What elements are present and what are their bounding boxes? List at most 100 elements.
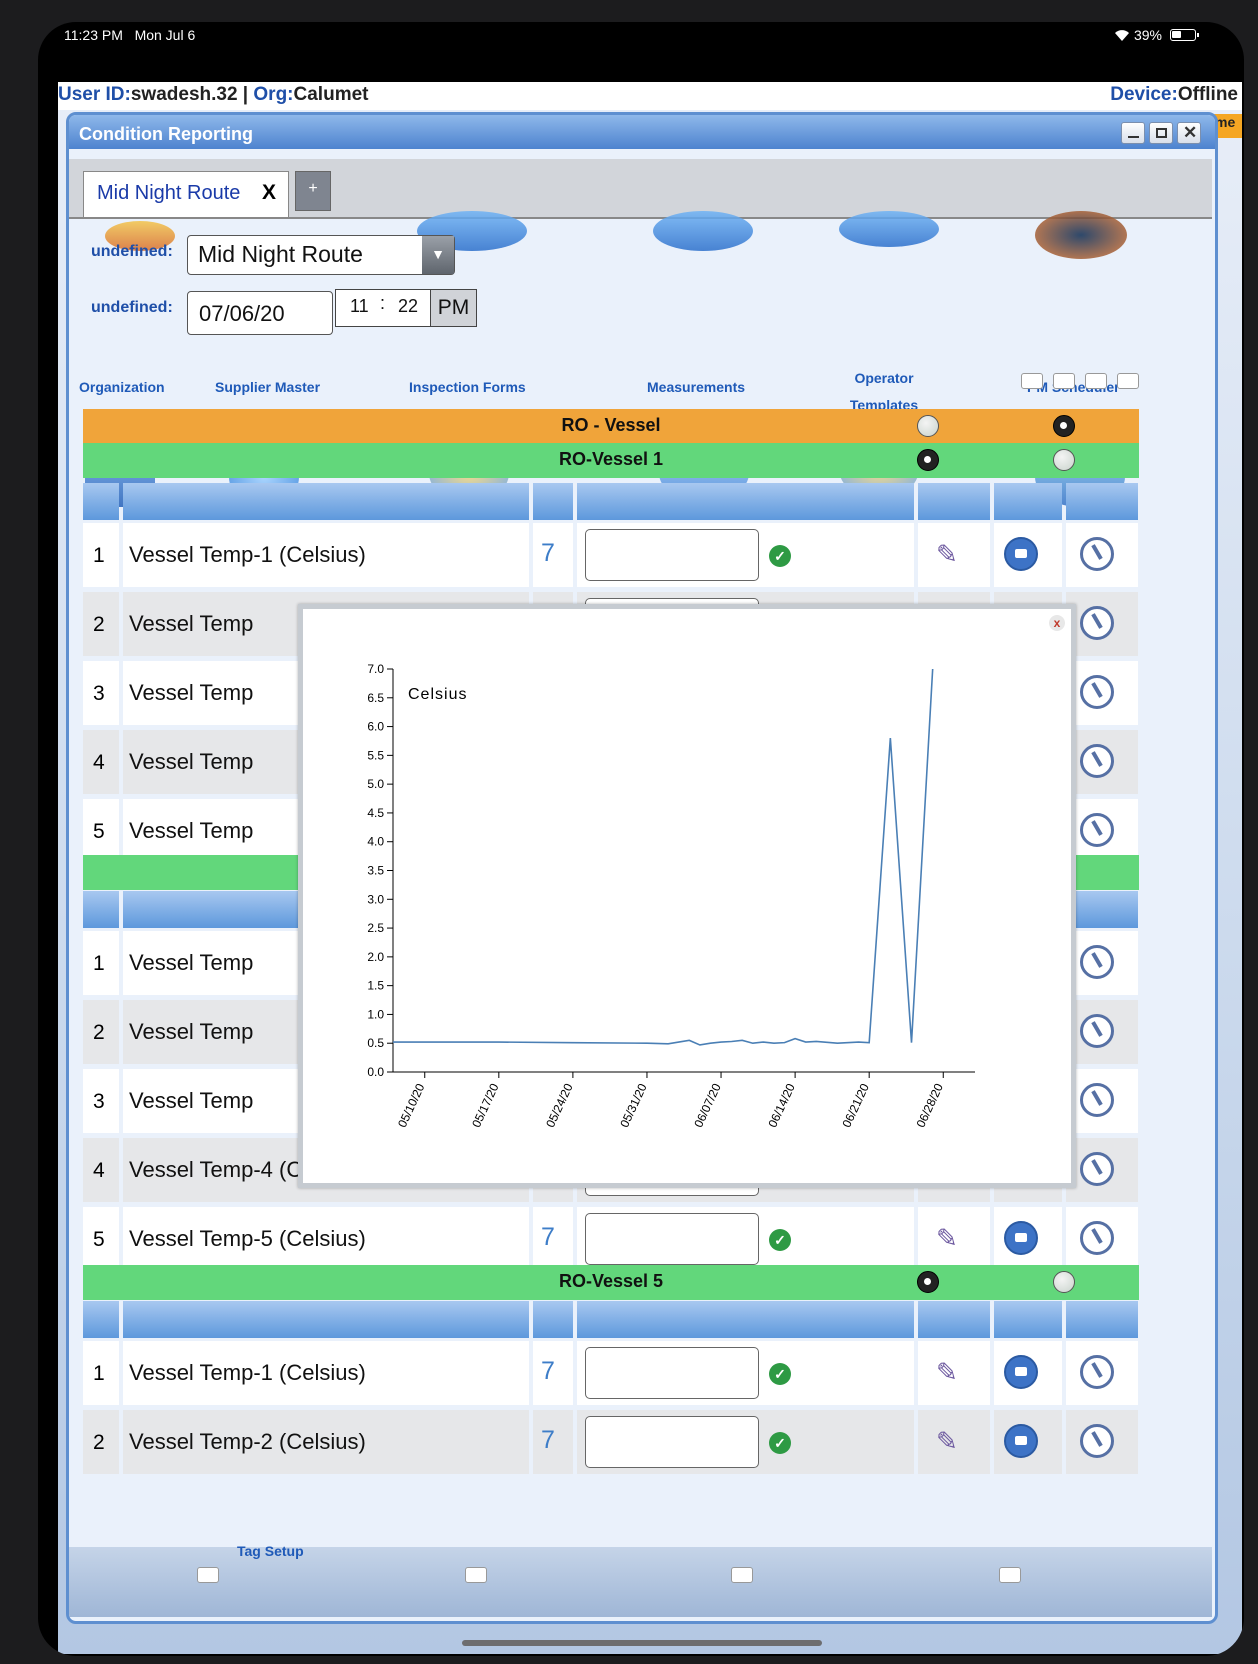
date-input[interactable]: 07/06/20 xyxy=(187,291,333,335)
reading-input[interactable] xyxy=(585,529,759,581)
camera-icon[interactable] xyxy=(1004,537,1038,571)
row-number: 1 xyxy=(83,1341,119,1405)
time-picker[interactable]: 11 : 22 PM xyxy=(335,289,477,327)
x-tick-label: 06/28/20 xyxy=(914,1081,947,1130)
trend-gauge-icon[interactable] xyxy=(1080,1152,1114,1186)
home-indicator[interactable] xyxy=(462,1640,822,1646)
trend-cell xyxy=(1066,931,1138,995)
edit-icon[interactable]: ✎ xyxy=(936,1223,958,1254)
y-tick-label: 6.0 xyxy=(367,720,384,734)
page-dot-1[interactable] xyxy=(1021,373,1043,389)
close-icon[interactable]: x xyxy=(1049,615,1065,631)
page-dot-4[interactable] xyxy=(1117,373,1139,389)
trend-cell xyxy=(1066,730,1138,794)
table-row[interactable]: 2 Vessel Temp-2 (Celsius) 7 ✓ ✎ xyxy=(83,1410,1139,1474)
x-tick-label: 05/24/20 xyxy=(543,1081,576,1130)
x-tick-label: 05/10/20 xyxy=(395,1081,428,1130)
trend-gauge-icon[interactable] xyxy=(1080,606,1114,640)
table-row[interactable]: 1 Vessel Temp-1 (Celsius) 7 ✓ ✎ xyxy=(83,523,1139,587)
status-radio-1[interactable] xyxy=(917,415,939,437)
trend-gauge-icon[interactable] xyxy=(1080,1355,1114,1389)
reading-version: 7 xyxy=(533,1207,573,1271)
status-radio-1[interactable] xyxy=(917,1271,939,1293)
trend-gauge-icon[interactable] xyxy=(1080,1083,1114,1117)
table-row[interactable]: 5 Vessel Temp-5 (Celsius) 7 ✓ ✎ xyxy=(83,1207,1139,1271)
window-titlebar[interactable]: Condition Reporting ✕ xyxy=(69,115,1215,149)
reading-input[interactable] xyxy=(585,1347,759,1399)
minimize-button[interactable] xyxy=(1121,122,1145,144)
table-row[interactable]: 1 Vessel Temp-1 (Celsius) 7 ✓ ✎ xyxy=(83,1341,1139,1405)
window-title: Condition Reporting xyxy=(79,124,253,144)
header-cell xyxy=(1066,483,1138,520)
status-radio-1[interactable] xyxy=(917,449,939,471)
route-select[interactable]: Mid Night Route ▼ xyxy=(187,235,455,275)
reading-cell: ✓ xyxy=(577,1207,914,1271)
notes-cell: ✎ xyxy=(918,1410,990,1474)
check-icon[interactable]: ✓ xyxy=(769,1229,791,1251)
reading-input[interactable] xyxy=(585,1416,759,1468)
edit-icon[interactable]: ✎ xyxy=(936,1426,958,1457)
row-number: 2 xyxy=(83,592,119,656)
camera-icon[interactable] xyxy=(1004,1424,1038,1458)
row-number: 4 xyxy=(83,730,119,794)
trend-cell xyxy=(1066,1069,1138,1133)
trend-cell xyxy=(1066,1138,1138,1202)
trend-gauge-icon[interactable] xyxy=(1080,744,1114,778)
maximize-button[interactable] xyxy=(1149,122,1173,144)
ampm-toggle[interactable]: PM xyxy=(430,290,476,326)
trend-gauge-icon[interactable] xyxy=(1080,537,1114,571)
tab-mid-night-route[interactable]: Mid Night Route X xyxy=(83,171,289,217)
page-dot-2[interactable] xyxy=(1053,373,1075,389)
group-band[interactable]: RO-Vessel 5 xyxy=(83,1265,1139,1300)
group-name: RO-Vessel 1 xyxy=(558,449,664,469)
tab-close-button[interactable]: X xyxy=(262,181,276,205)
page-dot-3[interactable] xyxy=(1085,373,1107,389)
notes-cell: ✎ xyxy=(918,523,990,587)
battery-icon xyxy=(1170,29,1199,41)
trend-gauge-icon[interactable] xyxy=(1080,1014,1114,1048)
header-cell xyxy=(123,1301,529,1338)
check-icon[interactable]: ✓ xyxy=(769,545,791,567)
check-icon[interactable]: ✓ xyxy=(769,1363,791,1385)
row-number: 5 xyxy=(83,799,119,863)
trend-gauge-icon[interactable] xyxy=(1080,1424,1114,1458)
table-header[interactable] xyxy=(83,483,1139,520)
camera-icon[interactable] xyxy=(1004,1221,1038,1255)
close-window-button[interactable]: ✕ xyxy=(1177,122,1201,144)
reading-input[interactable] xyxy=(585,1213,759,1265)
row-number: 3 xyxy=(83,1069,119,1133)
y-tick-label: 2.5 xyxy=(367,921,384,935)
bottom-dot-4[interactable] xyxy=(999,1567,1021,1583)
camera-cell xyxy=(994,523,1062,587)
reading-name: Vessel Temp-1 (Celsius) xyxy=(123,523,529,587)
bottom-dot-3[interactable] xyxy=(731,1567,753,1583)
check-icon[interactable]: ✓ xyxy=(769,1432,791,1454)
y-tick-label: 0.5 xyxy=(367,1036,384,1050)
trend-gauge-icon[interactable] xyxy=(1080,675,1114,709)
status-radio-2[interactable] xyxy=(1053,449,1075,471)
add-tab-button[interactable]: + xyxy=(295,171,331,211)
battery-percent: 39% xyxy=(1133,27,1162,43)
trend-gauge-icon[interactable] xyxy=(1080,1221,1114,1255)
trend-gauge-icon[interactable] xyxy=(1080,813,1114,847)
group-band[interactable]: RO-Vessel 1 xyxy=(83,443,1139,478)
table-header[interactable] xyxy=(83,1301,1139,1338)
header-cell xyxy=(994,1301,1062,1338)
edit-icon[interactable]: ✎ xyxy=(936,539,958,570)
edit-icon[interactable]: ✎ xyxy=(936,1357,958,1388)
bg-label-tag-setup: Tag Setup xyxy=(237,1543,304,1559)
minute-field[interactable]: 22 xyxy=(398,296,418,317)
status-radio-2[interactable] xyxy=(1053,1271,1075,1293)
bottom-dot-1[interactable] xyxy=(197,1567,219,1583)
trend-gauge-icon[interactable] xyxy=(1080,945,1114,979)
notes-cell: ✎ xyxy=(918,1341,990,1405)
header-cell xyxy=(994,483,1062,520)
bottom-dot-2[interactable] xyxy=(465,1567,487,1583)
time-colon: : xyxy=(380,293,386,313)
route-select-value: Mid Night Route xyxy=(198,241,363,267)
group-band[interactable]: RO - Vessel xyxy=(83,409,1139,444)
status-radio-2[interactable] xyxy=(1053,415,1075,437)
hour-field[interactable]: 11 xyxy=(350,296,369,317)
notes-cell: ✎ xyxy=(918,1207,990,1271)
camera-icon[interactable] xyxy=(1004,1355,1038,1389)
